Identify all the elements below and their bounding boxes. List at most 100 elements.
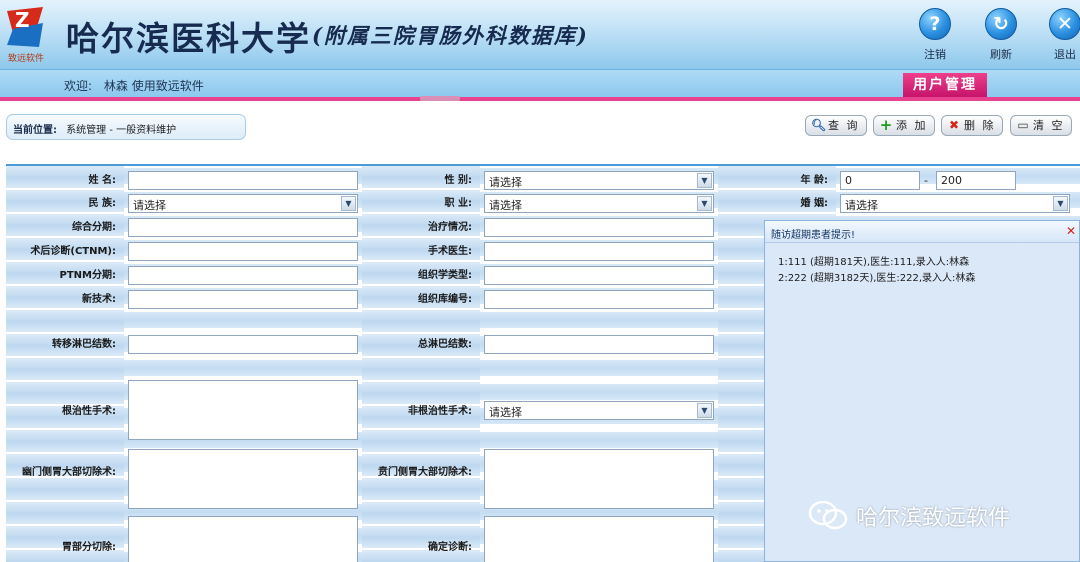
svg-text:Z: Z [15,8,30,32]
chevron-down-icon: ▼ [697,173,712,188]
diagnosis-textarea[interactable] [484,516,714,562]
stage-label: 综合分期: [72,222,116,233]
breadcrumb-label: 当前位置: [13,125,57,136]
cardia-resection-textarea[interactable] [484,449,714,509]
clear-icon: ▭ [1017,118,1029,132]
popup-list-item[interactable]: 1:111 (超期181天),医生:111,录入人:林森 [778,253,969,268]
breadcrumb-path: 系统管理 - 一般资料维护 [66,125,177,136]
treatment-label: 治疗情况: [428,222,472,233]
logo-icon: Z [7,7,43,47]
help-icon: ? [919,8,951,40]
gender-label: 性 别: [444,175,472,186]
partial-gastrectomy-label: 胃部分切除: [62,542,116,553]
surgeon-label: 手术医生: [428,246,472,257]
new-tech-label: 新技术: [82,294,116,305]
nonradical-select-value: 请选择 [489,406,522,419]
stage-input[interactable] [128,218,358,237]
mets-nodes-input[interactable] [128,335,358,354]
ptnm-label: PTNM分期: [59,270,116,281]
welcome-bar: 欢迎: 林森 使用致远软件 用户管理 [0,70,1080,97]
cardia-resection-label: 贲门侧胃大部切除术: [378,467,472,478]
histology-input[interactable] [484,266,714,285]
partial-gastrectomy-textarea[interactable] [128,516,358,562]
close-icon[interactable]: ✕ [1066,224,1076,238]
close-icon: ✕ [1049,8,1080,40]
diagnosis-label: 确定诊断: [428,542,472,553]
add-label: 添 加 [896,119,928,132]
wechat-icon [808,500,848,530]
radical-surgery-label: 根治性手术: [62,406,116,417]
post-diagnosis-label: 术后诊断(CTNM): [30,246,116,257]
total-nodes-label: 总淋巴结数: [418,339,472,350]
refresh-icon: ↻ [985,8,1017,40]
watermark-text: 哈尔滨致远软件 [856,506,1011,531]
marriage-select[interactable]: 请选择 ▼ [840,194,1070,213]
app-title: 哈尔滨医科大学 [66,19,311,58]
nonradical-surgery-label: 非根治性手术: [408,406,472,417]
welcome-message: 欢迎: 林森 使用致远软件 [64,77,204,94]
collapse-handle[interactable] [420,96,460,101]
age-max-input[interactable]: 200 [936,171,1016,190]
plus-icon: + [879,116,893,134]
logout-label: 注销 [924,48,946,61]
tab-user-management[interactable]: 用户管理 [903,73,987,97]
welcome-prefix: 欢迎: [64,79,93,93]
nonradical-surgery-select[interactable]: 请选择 ▼ [484,401,714,420]
ethnicity-select-value: 请选择 [133,199,166,212]
marriage-select-value: 请选择 [845,199,878,212]
popup-title: 随访超期患者提示! [765,221,1079,243]
delete-button[interactable]: ✖ 删 除 [941,115,1003,136]
logout-button[interactable]: ? 注销 [912,8,958,64]
gender-select[interactable]: 请选择 ▼ [484,171,714,190]
refresh-button[interactable]: ↻ 刷新 [978,8,1024,64]
occupation-select-value: 请选择 [489,199,522,212]
accent-divider [0,97,1080,101]
marriage-label: 婚 姻: [800,198,828,209]
tissue-no-input[interactable] [484,290,714,309]
clear-button[interactable]: ▭ 清 空 [1010,115,1072,136]
ethnicity-select[interactable]: 请选择 ▼ [128,194,358,213]
radical-surgery-textarea[interactable] [128,380,358,440]
app-header: Z 致远软件 哈尔滨医科大学 (附属三院胃肠外科数据库) ? 注销 ↻ 刷新 ✕… [0,0,1080,70]
pylorus-resection-label: 幽门侧胃大部切除术: [22,467,116,478]
chevron-down-icon: ▼ [1053,196,1068,211]
mets-nodes-label: 转移淋巴结数: [52,339,116,350]
delete-label: 删 除 [964,119,996,132]
breadcrumb: 当前位置: 系统管理 - 一般资料维护 [6,114,246,140]
exit-button[interactable]: ✕ 退出 [1042,8,1080,64]
histology-label: 组织学类型: [418,270,472,281]
pylorus-resection-textarea[interactable] [128,449,358,509]
tissue-no-label: 组织库编号: [418,294,472,305]
logo-text: 致远软件 [7,54,44,64]
search-icon: 🔍︎ [811,118,827,132]
treatment-input[interactable] [484,218,714,237]
new-tech-input[interactable] [128,290,358,309]
age-min-input[interactable]: 0 [840,171,920,190]
delete-icon: ✖ [948,118,960,132]
query-label: 查 询 [828,119,860,132]
refresh-label: 刷新 [990,48,1012,61]
popup-list-item[interactable]: 2:222 (超期3182天),医生:222,录入人:林森 [778,269,975,284]
post-diagnosis-input[interactable] [128,242,358,261]
clear-label: 清 空 [1033,119,1065,132]
chevron-down-icon: ▼ [697,196,712,211]
add-button[interactable]: + 添 加 [873,115,935,136]
age-label: 年 龄: [800,175,828,186]
query-button[interactable]: 🔍︎ 查 询 [805,115,867,136]
total-nodes-input[interactable] [484,335,714,354]
ptnm-input[interactable] [128,266,358,285]
exit-label: 退出 [1054,48,1076,61]
name-input[interactable] [128,171,358,190]
surgeon-input[interactable] [484,242,714,261]
welcome-user: 林森 使用致远软件 [103,79,204,93]
app-subtitle: (附属三院胃肠外科数据库) [312,23,589,48]
ethnicity-label: 民 族: [88,198,116,209]
chevron-down-icon: ▼ [697,403,712,418]
chevron-down-icon: ▼ [341,196,356,211]
occupation-label: 职 业: [444,198,472,209]
age-range-separator: - [924,174,928,187]
logo: Z 致远软件 [3,3,49,64]
name-label: 姓 名: [88,175,116,186]
gender-select-value: 请选择 [489,176,522,189]
occupation-select[interactable]: 请选择 ▼ [484,194,714,213]
